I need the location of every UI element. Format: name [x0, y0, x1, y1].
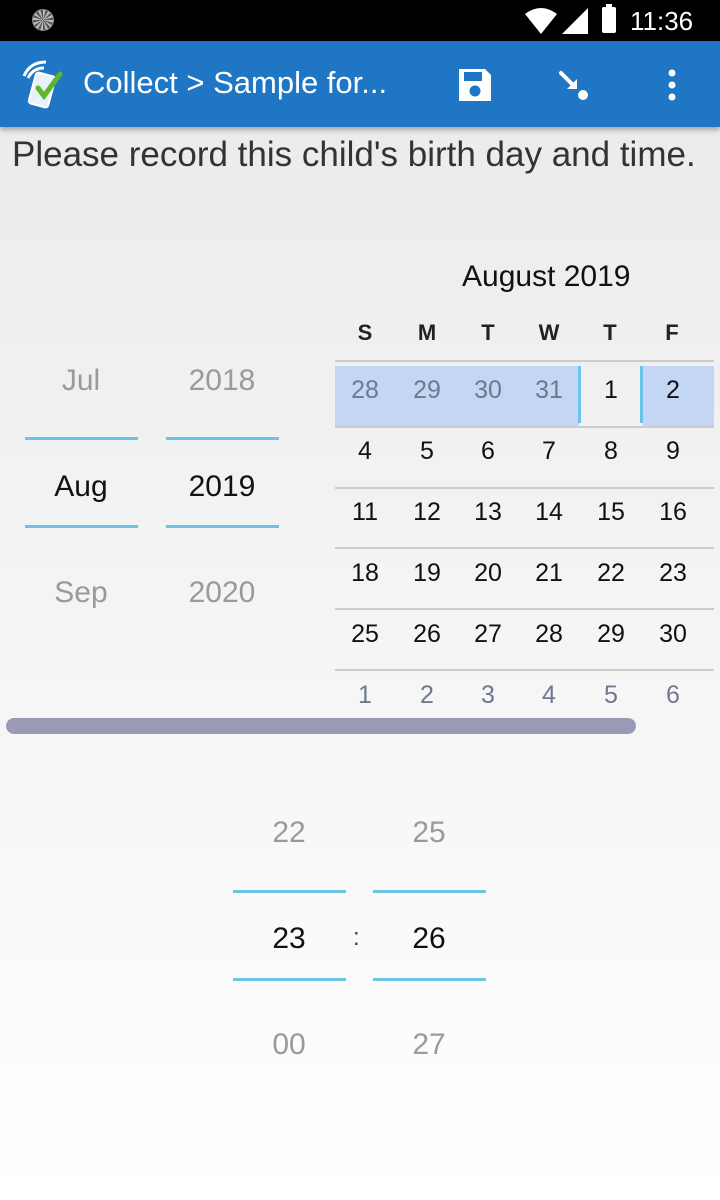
month-next[interactable]: Sep: [25, 576, 137, 610]
calendar-divider: [335, 547, 714, 549]
weekday-header: F: [665, 320, 679, 345]
month-divider-bottom: [25, 525, 138, 528]
calendar-day-selected[interactable]: 2: [645, 376, 701, 405]
sync-status-icon: [32, 9, 54, 31]
calendar-day[interactable]: 25: [337, 620, 393, 649]
calendar-day[interactable]: 8: [583, 437, 639, 466]
year-divider-bottom: [166, 525, 279, 528]
app-bar: Collect > Sample for...: [0, 41, 720, 127]
calendar-day[interactable]: 1: [583, 376, 639, 405]
month-selected[interactable]: Aug: [25, 470, 137, 504]
hour-divider-bottom: [233, 978, 346, 981]
odk-collect-logo-icon: [22, 60, 63, 109]
minute-next[interactable]: 27: [373, 1028, 485, 1062]
weekday-header: T: [481, 320, 495, 345]
calendar-day[interactable]: 27: [460, 620, 516, 649]
question-label: Please record this child's birth day and…: [12, 135, 696, 174]
calendar-day[interactable]: 7: [521, 437, 577, 466]
calendar-day[interactable]: 16: [645, 498, 701, 527]
battery-icon: [602, 4, 616, 33]
calendar-divider: [335, 426, 714, 428]
overflow-menu-icon[interactable]: [650, 63, 694, 107]
calendar-day[interactable]: 15: [583, 498, 639, 527]
cell-signal-icon: [562, 8, 588, 34]
weekday-header: S: [357, 320, 373, 345]
calendar-day[interactable]: 20: [460, 559, 516, 588]
year-selected[interactable]: 2019: [166, 470, 278, 504]
calendar-month-label: August 2019: [462, 260, 631, 293]
status-bar: 11:36: [0, 0, 720, 41]
calendar-day[interactable]: 29: [399, 376, 455, 405]
calendar-day[interactable]: 4: [521, 681, 577, 710]
calendar-day[interactable]: 13: [460, 498, 516, 527]
selected-week-edge: [578, 366, 581, 423]
weekday-header: W: [538, 320, 560, 345]
year-divider-top: [166, 437, 279, 440]
calendar-day[interactable]: 4: [337, 437, 393, 466]
save-icon[interactable]: [453, 63, 497, 107]
calendar-day[interactable]: 12: [399, 498, 455, 527]
calendar-day[interactable]: 28: [521, 620, 577, 649]
selected-day-edge: [640, 366, 643, 423]
calendar-day[interactable]: 30: [460, 376, 516, 405]
year-next[interactable]: 2020: [166, 576, 278, 610]
hour-divider-top: [233, 890, 346, 893]
calendar-day[interactable]: 18: [337, 559, 393, 588]
calendar-day[interactable]: 31: [521, 376, 577, 405]
calendar-divider: [335, 487, 714, 489]
calendar-day[interactable]: 22: [583, 559, 639, 588]
calendar-day[interactable]: 26: [399, 620, 455, 649]
minute-divider-top: [373, 890, 486, 893]
calendar-day[interactable]: 5: [399, 437, 455, 466]
calendar-day[interactable]: 19: [399, 559, 455, 588]
calendar-divider: [335, 669, 714, 671]
weekday-header: T: [603, 320, 617, 345]
hour-next[interactable]: 00: [233, 1028, 345, 1062]
calendar-day[interactable]: 6: [460, 437, 516, 466]
calendar-day[interactable]: 21: [521, 559, 577, 588]
month-divider-top: [25, 437, 138, 440]
minute-divider-bottom: [373, 978, 486, 981]
month-previous[interactable]: Jul: [25, 364, 137, 398]
go-to-prompt-icon[interactable]: [553, 63, 597, 107]
minute-previous[interactable]: 25: [373, 816, 485, 850]
calendar-day[interactable]: 3: [460, 681, 516, 710]
calendar-day[interactable]: 5: [583, 681, 639, 710]
app-title: Collect > Sample for...: [83, 65, 388, 100]
calendar-day[interactable]: 1: [337, 681, 393, 710]
calendar-day[interactable]: 30: [645, 620, 701, 649]
hour-previous[interactable]: 22: [233, 816, 345, 850]
horizontal-scrollbar[interactable]: [6, 718, 636, 734]
hour-selected[interactable]: 23: [233, 922, 345, 956]
calendar-day[interactable]: 2: [399, 681, 455, 710]
calendar-day[interactable]: 29: [583, 620, 639, 649]
calendar-divider: [335, 608, 714, 610]
weekday-header: M: [417, 320, 437, 345]
calendar-day[interactable]: 28: [337, 376, 393, 405]
status-time: 11:36: [630, 6, 694, 36]
calendar-divider: [335, 360, 714, 362]
calendar-day[interactable]: 9: [645, 437, 701, 466]
time-separator: :: [353, 924, 360, 951]
wifi-icon: [525, 8, 557, 34]
calendar-day[interactable]: 14: [521, 498, 577, 527]
calendar-day[interactable]: 11: [337, 498, 393, 527]
minute-selected[interactable]: 26: [373, 922, 485, 956]
calendar-day[interactable]: 6: [645, 681, 701, 710]
calendar-day[interactable]: 23: [645, 559, 701, 588]
year-previous[interactable]: 2018: [166, 364, 278, 398]
